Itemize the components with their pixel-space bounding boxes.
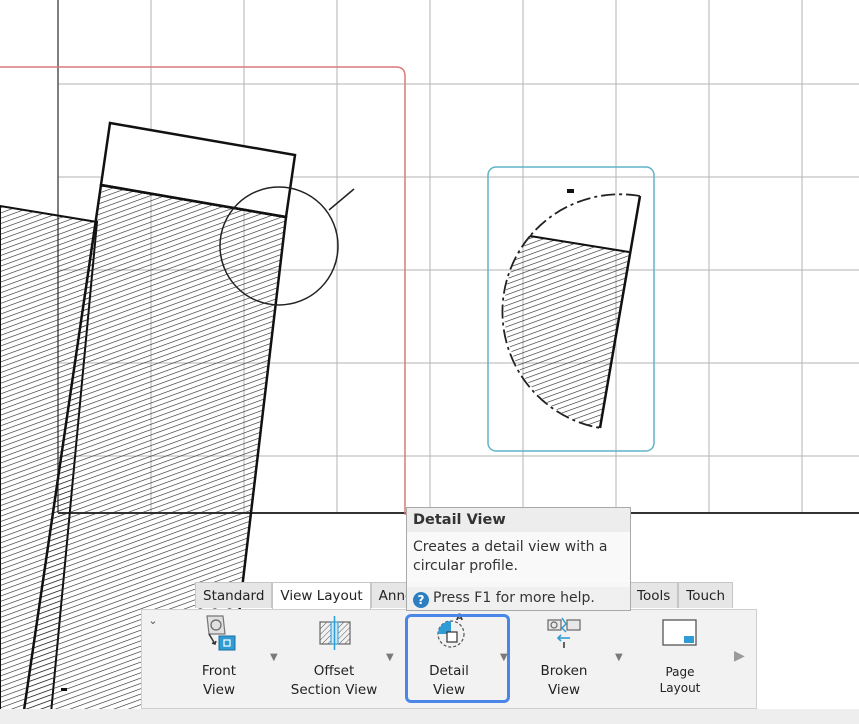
front-view-dropdown[interactable]: ▼ bbox=[270, 652, 278, 663]
front-view-button[interactable]: Front View bbox=[186, 612, 252, 702]
offset-section-label-1: Offset bbox=[313, 663, 355, 679]
ribbon-collapse-button[interactable]: ⌄ bbox=[146, 614, 160, 628]
drawing-canvas[interactable]: Standard View Layout Anno Tools Touch ⌄ … bbox=[0, 0, 859, 724]
tooltip-help: ? Press F1 for more help. bbox=[407, 587, 630, 610]
broken-view-button[interactable]: Broken View bbox=[530, 612, 598, 702]
small-mark bbox=[61, 688, 67, 691]
broken-view-label-2: View bbox=[547, 682, 581, 698]
broken-view-label-1: Broken bbox=[540, 663, 588, 679]
tooltip-help-text: Press F1 for more help. bbox=[433, 590, 595, 606]
ribbon-tabs: Standard View Layout Anno bbox=[195, 582, 422, 610]
status-bar bbox=[0, 709, 859, 724]
page-layout-button[interactable]: Page Layout bbox=[652, 612, 708, 702]
tab-standard[interactable]: Standard bbox=[195, 582, 273, 608]
page-layout-icon bbox=[662, 619, 697, 646]
page-layout-label-1: Page bbox=[665, 665, 695, 679]
tab-view-layout[interactable]: View Layout bbox=[272, 582, 371, 610]
tab-touch[interactable]: Touch bbox=[678, 582, 734, 608]
ribbon-tabs-right: Tools Touch bbox=[629, 582, 734, 610]
tooltip-title: Detail View bbox=[407, 508, 630, 532]
offset-section-dropdown[interactable]: ▼ bbox=[386, 652, 394, 663]
help-icon: ? bbox=[413, 592, 429, 608]
broken-view-dropdown[interactable]: ▼ bbox=[615, 652, 623, 663]
detail-view-tooltip: Detail View Creates a detail view with a… bbox=[406, 507, 631, 611]
detail-leader bbox=[328, 188, 355, 211]
page-layout-label-2: Layout bbox=[659, 681, 701, 695]
offset-section-view-button[interactable]: Offset Section View bbox=[290, 612, 378, 702]
front-view-label-2: View bbox=[202, 682, 236, 698]
offset-section-view-icon bbox=[319, 616, 351, 650]
front-view-label-1: Front bbox=[201, 663, 237, 679]
detail-view-focus-ring bbox=[405, 614, 510, 703]
tab-tools[interactable]: Tools bbox=[629, 582, 679, 608]
offset-section-label-2: Section View bbox=[290, 682, 378, 698]
tooltip-body: Creates a detail view with a circular pr… bbox=[407, 532, 630, 582]
ribbon-scroll-right[interactable]: ▶ bbox=[734, 648, 745, 664]
front-view-icon bbox=[206, 615, 236, 651]
broken-view-icon bbox=[547, 617, 581, 648]
